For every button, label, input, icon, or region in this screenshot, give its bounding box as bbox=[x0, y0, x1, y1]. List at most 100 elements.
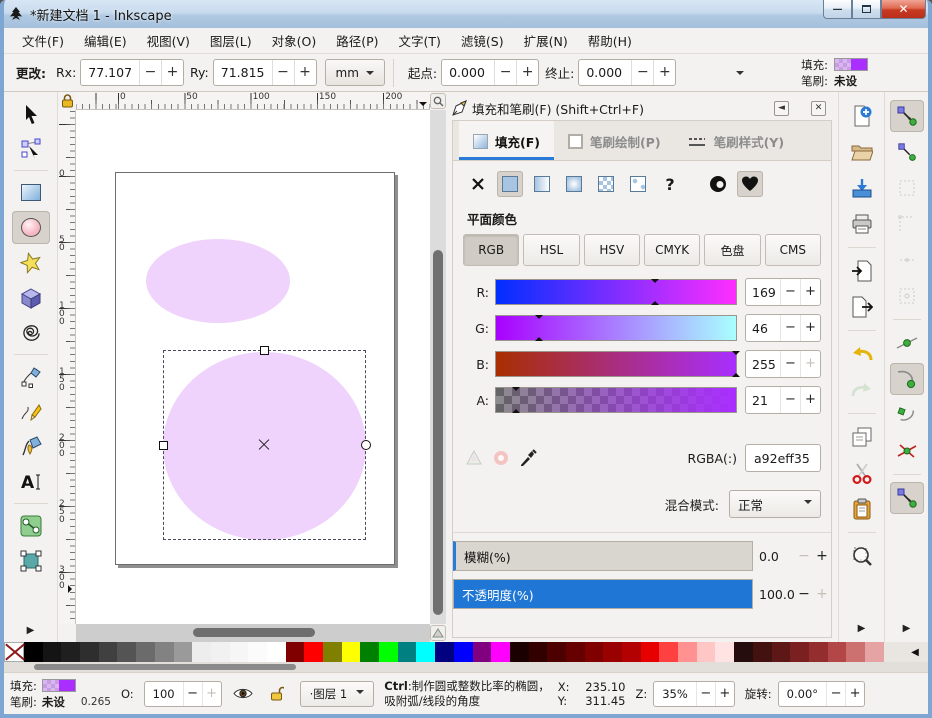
cms-toggle-button[interactable] bbox=[430, 625, 446, 641]
rx-value[interactable]: 77.107 bbox=[81, 65, 139, 80]
palette-swatch-37[interactable] bbox=[715, 642, 734, 662]
rx-minus-button[interactable]: − bbox=[139, 60, 161, 85]
snap-bbox-edge-button[interactable] bbox=[890, 172, 924, 204]
zoom-value[interactable]: 35% bbox=[654, 687, 696, 701]
fill-color-swatch[interactable] bbox=[42, 679, 76, 692]
blur-plus-button[interactable]: + bbox=[813, 548, 831, 564]
layer-visibility-toggle[interactable] bbox=[230, 682, 256, 706]
cut-button[interactable] bbox=[845, 457, 879, 489]
palette-swatch-27[interactable] bbox=[529, 642, 548, 662]
snap-others-button[interactable] bbox=[890, 482, 924, 514]
snap-enable-button[interactable] bbox=[890, 100, 924, 132]
palette-swatch-19[interactable] bbox=[379, 642, 398, 662]
rotation-spinner[interactable]: 0.00° − + bbox=[778, 681, 865, 707]
dialog-shrink-button[interactable]: ◄ bbox=[774, 101, 789, 116]
a-slider-marker[interactable] bbox=[512, 387, 520, 395]
zoom-plus-button[interactable]: + bbox=[715, 682, 734, 706]
palette-swatch-26[interactable] bbox=[510, 642, 529, 662]
import-button[interactable] bbox=[845, 255, 879, 287]
b-minus-button[interactable]: − bbox=[780, 351, 800, 377]
ry-handle[interactable] bbox=[260, 346, 269, 355]
snap-bbox-midpoint-button[interactable] bbox=[890, 244, 924, 276]
zoom-spinner[interactable]: 35% − + bbox=[653, 681, 735, 707]
r-slider-marker[interactable] bbox=[651, 279, 659, 287]
palette-swatch-12[interactable] bbox=[248, 642, 267, 662]
palette-swatch-28[interactable] bbox=[547, 642, 566, 662]
palette-swatch-2[interactable] bbox=[61, 642, 80, 662]
rgba-input[interactable]: a92eff35 bbox=[745, 444, 821, 472]
ry-minus-button[interactable]: − bbox=[272, 60, 294, 85]
menu-item-6[interactable]: 文字(T) bbox=[389, 28, 451, 53]
start-spinner[interactable]: 0.000 − + bbox=[441, 59, 539, 86]
snap-node-button[interactable] bbox=[890, 327, 924, 359]
sticky-zoom-button[interactable] bbox=[430, 93, 446, 109]
palette-swatch-5[interactable] bbox=[117, 642, 136, 662]
tool-gradient[interactable] bbox=[12, 544, 50, 577]
a-slider-marker[interactable] bbox=[512, 405, 520, 413]
ellipse-shape[interactable] bbox=[146, 239, 290, 323]
ry-plus-button[interactable]: + bbox=[294, 60, 316, 85]
end-value[interactable]: 0.000 bbox=[579, 65, 631, 80]
palette-swatch-36[interactable] bbox=[697, 642, 716, 662]
blur-slider[interactable]: 模糊(%) bbox=[453, 541, 753, 571]
palette-swatch-10[interactable] bbox=[211, 642, 230, 662]
blend-mode-dropdown[interactable]: 正常 bbox=[729, 490, 821, 518]
rx-handle[interactable] bbox=[159, 441, 168, 450]
a-value[interactable]: 21 bbox=[746, 393, 780, 408]
object-opacity-value[interactable]: 100 bbox=[145, 687, 183, 701]
end-plus-button[interactable]: + bbox=[653, 60, 675, 85]
b-plus-button[interactable]: + bbox=[800, 351, 820, 377]
fill-rule-nonzero-button[interactable] bbox=[737, 171, 763, 197]
snap-cusp-node-button[interactable] bbox=[890, 399, 924, 431]
snap-bbox-corner-button[interactable] bbox=[890, 208, 924, 240]
zoom-selection-button[interactable] bbox=[845, 540, 879, 572]
g-value[interactable]: 46 bbox=[746, 321, 780, 336]
undo-button[interactable] bbox=[845, 338, 879, 370]
open-document-button[interactable] bbox=[845, 136, 879, 168]
palette-swatch-7[interactable] bbox=[155, 642, 174, 662]
palette-swatch-41[interactable] bbox=[790, 642, 809, 662]
palette-swatch-13[interactable] bbox=[267, 642, 286, 662]
tool-spiral[interactable] bbox=[12, 316, 50, 349]
b-spinner[interactable]: 255−+ bbox=[745, 350, 821, 378]
palette-swatch-20[interactable] bbox=[398, 642, 417, 662]
a-spinner[interactable]: 21−+ bbox=[745, 386, 821, 414]
fill-linear-gradient-button[interactable] bbox=[529, 171, 555, 197]
colorspace-tab-hsv[interactable]: HSV bbox=[584, 234, 640, 266]
palette-scrollbar-thumb[interactable] bbox=[34, 664, 296, 670]
palette-swatch-15[interactable] bbox=[304, 642, 323, 662]
ry-value[interactable]: 71.815 bbox=[214, 65, 272, 80]
b-slider-marker[interactable] bbox=[732, 369, 740, 377]
tool-ellipse[interactable] bbox=[12, 211, 50, 244]
vertical-scrollbar-thumb[interactable] bbox=[433, 250, 443, 615]
rotation-value[interactable]: 0.00° bbox=[779, 687, 826, 701]
save-document-button[interactable] bbox=[845, 172, 879, 204]
snap-overflow-button[interactable]: ▶ bbox=[903, 623, 911, 634]
zoom-minus-button[interactable]: − bbox=[696, 682, 715, 706]
dialog-header[interactable]: 填充和笔刷(F) (Shift+Ctrl+F) ◄ ✕ bbox=[452, 96, 832, 120]
g-slider-marker[interactable] bbox=[535, 315, 543, 323]
export-button[interactable] bbox=[845, 291, 879, 323]
unit-dropdown[interactable]: mm bbox=[325, 59, 385, 86]
opacity-value[interactable]: 100.0 bbox=[753, 587, 795, 602]
palette-swatch-38[interactable] bbox=[734, 642, 753, 662]
tab-stroke-style[interactable]: 笔刷样式(Y) bbox=[675, 121, 798, 160]
statusbar-fill-stroke-indicator[interactable]: 填充: 笔刷: 未设 0.265 bbox=[10, 678, 111, 710]
opacity-minus-button[interactable]: − bbox=[795, 586, 813, 602]
horizontal-scrollbar[interactable] bbox=[76, 624, 430, 642]
palette-swatch-29[interactable] bbox=[566, 642, 585, 662]
palette-swatch-16[interactable] bbox=[323, 642, 342, 662]
vertical-ruler[interactable]: 050100150200250300 bbox=[58, 110, 76, 624]
tab-stroke-paint[interactable]: 笔刷绘制(P) bbox=[554, 121, 675, 160]
palette-swatch-32[interactable] bbox=[622, 642, 641, 662]
palette-swatch-6[interactable] bbox=[136, 642, 155, 662]
tool-star[interactable] bbox=[12, 246, 50, 279]
tool-text[interactable]: A bbox=[12, 465, 50, 498]
start-value[interactable]: 0.000 bbox=[442, 65, 494, 80]
palette-swatch-43[interactable] bbox=[828, 642, 847, 662]
fill-rule-evenodd-button[interactable] bbox=[705, 171, 731, 197]
tool-selector[interactable] bbox=[12, 97, 50, 130]
palette-swatch-34[interactable] bbox=[659, 642, 678, 662]
blur-value[interactable]: 0.0 bbox=[753, 549, 795, 564]
rotation-plus-button[interactable]: + bbox=[845, 682, 864, 706]
